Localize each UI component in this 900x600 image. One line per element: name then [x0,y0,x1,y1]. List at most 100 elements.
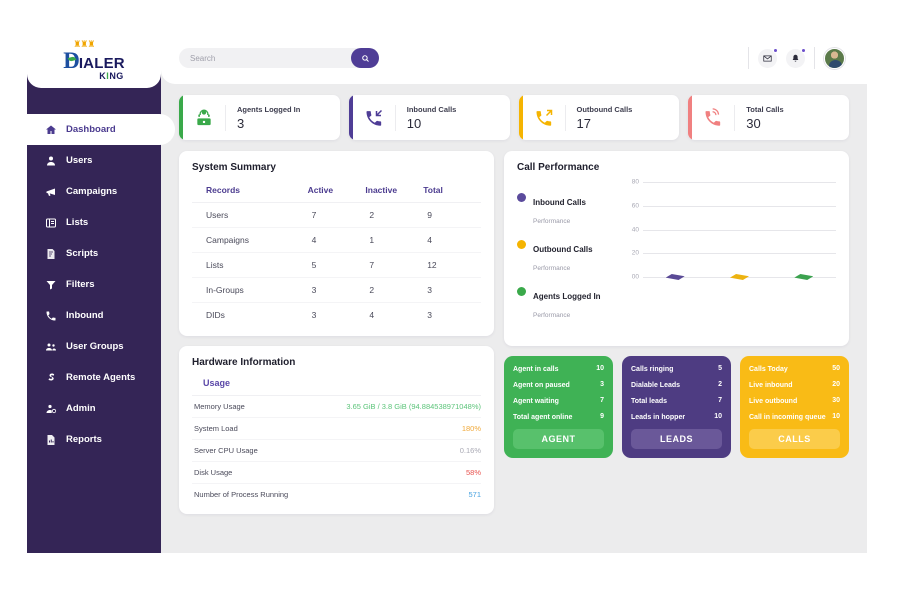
agent-headset-icon [183,108,225,128]
legend-item[interactable]: Agents Logged In Performance [517,286,625,322]
sidebar-item-lists[interactable]: Lists [27,207,161,238]
sidebar-item-remote-agents[interactable]: Remote Agents [27,362,161,393]
cell-record: Lists [192,252,308,278]
card-title: Hardware Information [192,357,296,368]
main-area: Agents Logged In 3 Inbound Calls 10 [161,32,867,553]
filter-icon [44,278,57,291]
stat-label: Agents Logged In [237,104,301,114]
legend-item[interactable]: Outbound Calls Performance [517,239,625,275]
hardware-row: System Load 180% [192,418,481,440]
sidebar-item-inbound[interactable]: Inbound [27,300,161,331]
hardware-value: 58% [465,468,481,477]
hardware-row: Memory Usage 3.65 GiB / 3.8 GiB (94.8845… [192,396,481,418]
divider [814,47,815,69]
metric-card-calls: Calls Today 50 Live inbound 20 Live outb… [740,356,849,459]
metric-row: Live outbound 30 [749,397,840,406]
sidebar-item-label: Remote Agents [66,372,136,383]
left-column: System Summary Records Active Inactive T… [179,151,494,514]
sidebar-item-users[interactable]: Users [27,145,161,176]
legend-label: Outbound Calls [533,245,593,254]
metric-value: 20 [832,381,840,389]
table-row: Lists 5 7 12 [192,252,481,278]
metric-row: Total agent online 9 [513,413,604,422]
hardware-value: 180% [461,424,481,433]
notification-dot [801,47,806,53]
metric-value: 50 [832,365,840,372]
metric-cards: Agent in calls 10 Agent on paused 3 Agen… [504,356,849,459]
sidebar-item-campaigns[interactable]: Campaigns [27,176,161,207]
column-header: Total [423,180,481,203]
cell-total: 12 [423,252,481,278]
application-window: ♜♜♜ D IALER KING Dashboard Users Campaig… [27,32,867,553]
top-bar [161,32,867,84]
sidebar: ♜♜♜ D IALER KING Dashboard Users Campaig… [27,32,175,553]
hardware-key: Memory Usage [194,402,245,411]
home-icon [44,123,57,136]
cell-active: 5 [307,252,366,278]
stat-card-total-calls[interactable]: Total Calls 30 [688,95,849,140]
stat-value: 30 [746,115,761,131]
metric-value: 3 [600,381,604,389]
metric-value: 30 [832,397,840,405]
cell-total: 9 [423,202,481,228]
y-tick: 20 [631,249,639,257]
metric-value: 2 [718,381,722,389]
system-summary-card: System Summary Records Active Inactive T… [179,151,494,336]
metric-key: Live inbound [749,382,793,390]
search-button[interactable] [351,48,379,68]
hardware-key: Number of Process Running [194,490,289,499]
agent-button[interactable]: AGENT [513,429,604,450]
legend-item[interactable]: Inbound Calls Performance [517,192,625,228]
column-header: Inactive [365,180,424,203]
leads-button[interactable]: LEADS [631,429,722,450]
cell-total: 3 [423,277,481,303]
table-row: In-Groups 3 2 3 [192,277,481,303]
system-summary-table: Records Active Inactive Total Users 7 2 … [192,180,481,327]
sidebar-item-label: Users [66,155,93,166]
stat-card-outbound-calls[interactable]: Outbound Calls 17 [518,95,680,140]
metric-row: Call in incoming queue 10 [749,413,840,422]
sidebar-item-filters[interactable]: Filters [27,269,161,300]
sidebar-item-label: Filters [66,279,95,290]
table-row: Users 7 2 9 [192,202,481,228]
search-box[interactable] [179,48,379,68]
metric-value: 10 [714,413,722,421]
sidebar-item-dashboard[interactable]: Dashboard [27,114,175,145]
mail-icon [763,55,772,61]
messages-button[interactable] [758,47,778,68]
metric-row: Agent on paused 3 [513,381,604,390]
metric-key: Total leads [631,398,668,406]
metric-value: 5 [718,365,722,372]
metric-row: Calls Today 50 [749,365,840,374]
search-input[interactable] [190,53,330,63]
stat-card-inbound-calls[interactable]: Inbound Calls 10 [348,95,510,140]
sidebar-item-user-groups[interactable]: User Groups [27,331,161,362]
table-header-row: Records Active Inactive Total [192,180,481,203]
notifications-button[interactable] [786,47,806,68]
sidebar-item-reports[interactable]: Reports [27,424,161,455]
sidebar-item-scripts[interactable]: Scripts [27,238,161,269]
brand-logo[interactable]: ♜♜♜ D IALER KING [27,32,161,88]
script-icon [44,247,57,260]
metric-value: 9 [600,413,604,421]
user-icon [44,154,57,167]
metric-key: Agent in calls [513,366,559,373]
stat-cards: Agents Logged In 3 Inbound Calls 10 Outb… [179,95,849,140]
calls-button[interactable]: CALLS [749,429,840,450]
metric-key: Calls Today [749,366,788,373]
metric-row: Live inbound 20 [749,381,840,390]
sidebar-item-admin[interactable]: Admin [27,393,161,424]
divider [748,47,749,69]
outgoing-call-icon [523,108,565,128]
admin-icon [44,402,57,415]
avatar[interactable] [824,47,845,69]
metric-row: Total leads 7 [631,397,722,406]
legend-swatch [517,240,526,249]
sidebar-item-label: Dashboard [66,124,116,135]
logo-letter-d: D [63,47,80,73]
cell-record: DIDs [206,310,225,320]
sidebar-item-label: Inbound [66,310,104,321]
y-tick: 80 [631,178,639,186]
stat-card-agents-logged-in[interactable]: Agents Logged In 3 [179,95,340,140]
top-bar-actions [748,47,845,69]
